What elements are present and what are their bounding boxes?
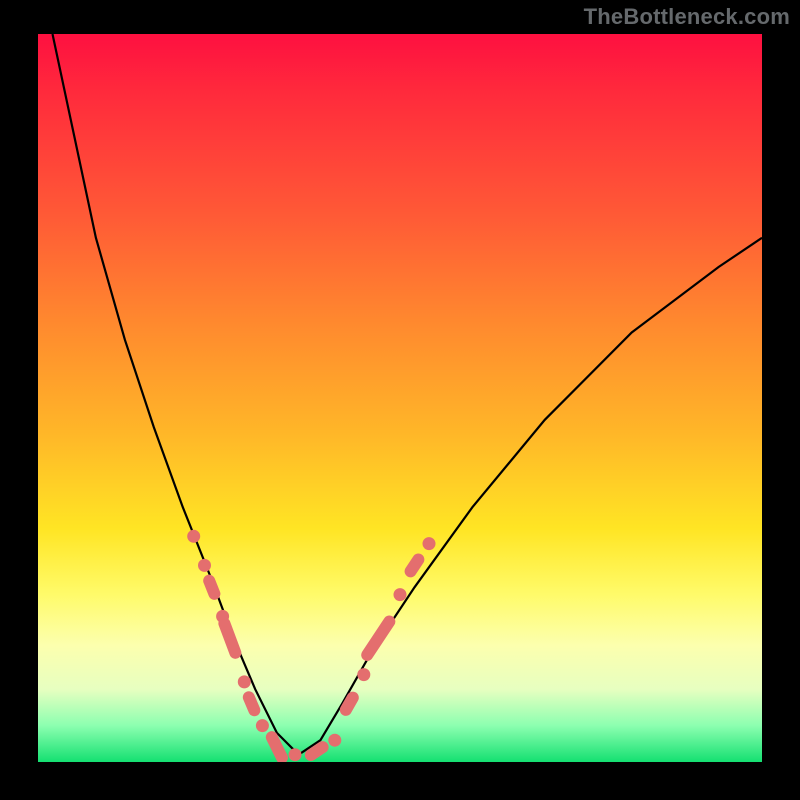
curve-marker-dot: [216, 610, 229, 623]
curve-marker-pill: [217, 616, 243, 661]
curve-marker-pill: [338, 689, 361, 718]
plot-area: [38, 34, 762, 762]
watermark-text: TheBottleneck.com: [584, 4, 790, 30]
curve-marker-dot: [238, 675, 251, 688]
curve-marker-dot: [187, 530, 200, 543]
curve-marker-pill: [264, 729, 290, 762]
curve-marker-pill: [201, 573, 222, 602]
bottleneck-curve: [53, 34, 763, 755]
curve-marker-dot: [394, 588, 407, 601]
curve-markers: [187, 530, 435, 762]
curve-marker-pill: [241, 689, 262, 718]
curve-marker-dot: [423, 537, 436, 550]
curve-svg: [38, 34, 762, 762]
curve-marker-pill: [303, 739, 331, 762]
curve-marker-dot: [256, 719, 269, 732]
curve-marker-dot: [328, 734, 341, 747]
curve-marker-dot: [289, 748, 302, 761]
curve-marker-pill: [359, 613, 398, 663]
curve-marker-dot: [198, 559, 211, 572]
curve-marker-pill: [402, 551, 426, 579]
chart-frame: TheBottleneck.com: [0, 0, 800, 800]
curve-marker-dot: [357, 668, 370, 681]
